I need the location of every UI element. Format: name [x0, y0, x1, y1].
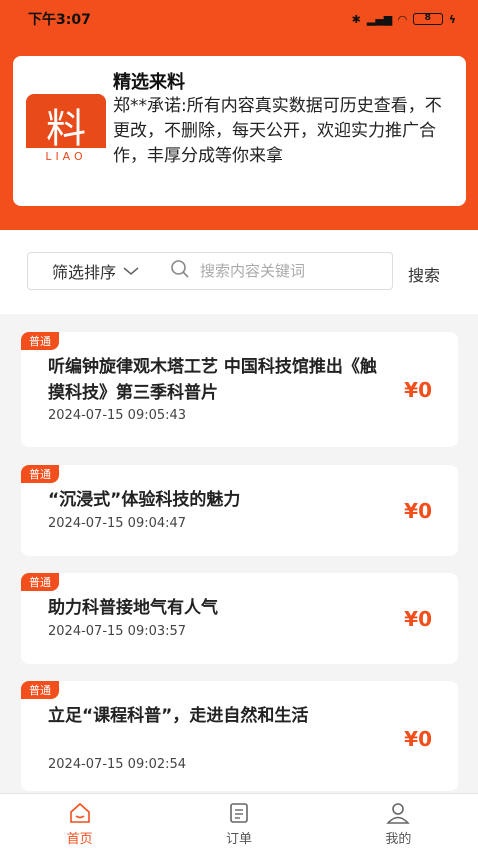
logo-char: 料: [46, 106, 86, 152]
user-icon: [386, 803, 411, 824]
charging-icon: ϟ: [448, 12, 456, 26]
search-row: 筛选排序 搜索: [0, 230, 478, 314]
item-tag: 普通: [21, 573, 59, 591]
search-box: 筛选排序: [27, 252, 393, 290]
item-title: 助力科普接地气有人气: [48, 598, 218, 618]
list-item[interactable]: 普通 听编钟旋律观木塔工艺 中国科技馆推出《触摸科技》第三季科普片 2024-0…: [21, 332, 458, 447]
banner-card[interactable]: 料 LIAO 精选来料 郑**承诺:所有内容真实数据可历史查看，不更改，不删除，…: [13, 56, 466, 206]
item-title: “沉浸式”体验科技的魅力: [48, 490, 241, 510]
tab-orders-label: 订单: [225, 832, 252, 847]
orders-icon: [230, 803, 248, 823]
item-price: ¥0: [404, 727, 432, 751]
status-bar: 下午3:07 ✱ ▂▄▆ ◠ 8 ϟ: [0, 0, 478, 38]
banner-title: 精选来料: [113, 72, 185, 93]
bluetooth-icon: ✱: [351, 12, 361, 26]
list-item[interactable]: 普通 “沉浸式”体验科技的魅力 2024-07-15 09:04:47 ¥0: [21, 465, 458, 556]
tab-mine-label: 我的: [385, 832, 412, 847]
item-title: 立足“课程科普”，走进自然和生活: [48, 706, 309, 726]
item-tag: 普通: [21, 332, 59, 350]
bottom-tab-bar: 首页 订单 我的: [0, 793, 478, 850]
item-tag: 普通: [21, 465, 59, 483]
home-icon: [69, 802, 90, 823]
item-date: 2024-07-15 09:05:43: [48, 408, 187, 423]
tab-mine[interactable]: 我的: [319, 794, 478, 850]
status-time: 下午3:07: [28, 12, 91, 28]
battery-icon: 8: [412, 13, 443, 25]
logo-subtitle: LIAO: [26, 148, 106, 166]
status-icons: ✱ ▂▄▆ ◠ 8 ϟ: [352, 13, 456, 26]
banner-text: 郑**承诺:所有内容真实数据可历史查看，不更改，不删除，每天公开，欢迎实力推广合…: [113, 96, 442, 166]
tab-home-label: 首页: [66, 832, 93, 847]
tab-orders[interactable]: 订单: [159, 794, 318, 850]
search-button[interactable]: 搜索: [408, 262, 440, 286]
item-price: ¥0: [404, 607, 432, 631]
logo: 料 LIAO: [26, 94, 106, 166]
filter-sort-label: 筛选排序: [52, 263, 117, 282]
item-date: 2024-07-15 09:03:57: [48, 624, 187, 639]
search-icon: [170, 259, 190, 283]
search-input[interactable]: [200, 262, 370, 280]
item-tag: 普通: [21, 681, 59, 699]
list-item[interactable]: 普通 助力科普接地气有人气 2024-07-15 09:03:57 ¥0: [21, 573, 458, 664]
chevron-down-icon: [122, 262, 140, 281]
item-price: ¥0: [404, 378, 432, 402]
item-date: 2024-07-15 09:04:47: [48, 516, 187, 531]
item-price: ¥0: [404, 499, 432, 523]
item-date: 2024-07-15 09:02:54: [48, 757, 187, 772]
list-item[interactable]: 普通 立足“课程科普”，走进自然和生活 2024-07-15 09:02:54 …: [21, 681, 458, 791]
wifi-icon: ◠: [398, 12, 407, 26]
filter-sort-dropdown[interactable]: 筛选排序: [28, 259, 170, 283]
item-title: 听编钟旋律观木塔工艺 中国科技馆推出《触摸科技》第三季科普片: [48, 357, 377, 403]
tab-home[interactable]: 首页: [0, 794, 159, 850]
signal-icon: ▂▄▆: [366, 12, 393, 26]
